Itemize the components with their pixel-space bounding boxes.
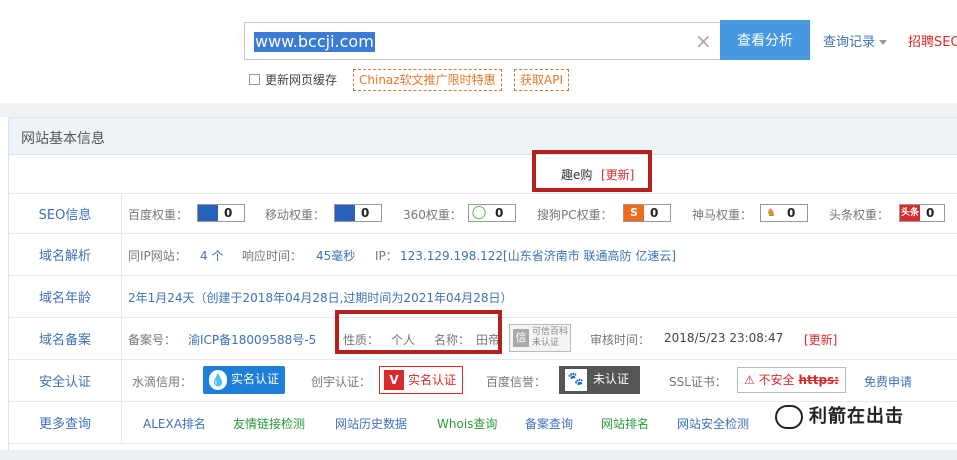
security-label: 安全认证 [9,360,122,401]
warning-icon: ⚠ [744,373,755,387]
sogou-weight-value: 0 [650,206,659,220]
toutiao-weight-badge[interactable]: 头条 0 [899,204,945,222]
icp-label: 域名备案 [9,318,122,359]
same-ip-link[interactable]: 4 个 [200,247,223,264]
trust-wiki-title: 可信百科 [532,327,569,337]
analyze-button[interactable]: 查看分析 [720,20,810,60]
dns-label: 域名解析 [9,234,122,275]
chuangyu-label: 创宇认证： [311,375,372,389]
domain-age-value: 2年1月24天（创建于2018年04月28日,过期时间为2021年04月28日） [128,291,513,305]
update-cache-label: 更新网页缓存 [265,73,338,87]
paw-icon: 🐾 [335,205,355,221]
wechat-icon [775,405,803,429]
water-drop-icon: 💧 [209,370,227,390]
ssl-badge[interactable]: ⚠ 不安全 https: [737,367,846,393]
360-weight-badge[interactable]: ◯ 0 [468,204,516,222]
panel-header: 网站基本信息 [9,118,957,155]
audit-time-label: 审核时间： [590,333,651,347]
360-icon: ◯ [471,205,487,220]
mobile-weight-value: 0 [361,206,370,220]
toutiao-weight-label: 头条权重： [829,208,890,222]
baidu-credit-label: 百度信誉： [486,375,547,389]
whois-link[interactable]: Whois查询 [437,415,497,432]
url-input-value[interactable]: www.bccji.com [254,32,375,52]
query-history-label: 查询记录 [823,35,876,50]
shenma-weight-label: 神马权重： [692,208,753,222]
chuangyu-badge-text: 实名认证 [408,373,457,387]
baidu-credit-badge-text: 未认证 [593,372,630,386]
query-history-link[interactable]: 查询记录 [823,31,888,50]
baidu-weight-badge[interactable]: 🐾 0 [197,204,245,222]
shenma-weight-value: 0 [787,206,796,220]
hire-seo-link[interactable]: 招聘SEO [908,31,957,50]
icp-no-label: 备案号： [128,333,177,347]
360-weight-value: 0 [495,206,504,220]
icp-query-link[interactable]: 备案查询 [525,415,573,432]
update-cache-checkbox[interactable] [249,74,260,85]
watermark: 利箭在出击 [775,402,904,429]
same-ip-label: 同IP网站： [128,249,187,263]
more-query-label: 更多查询 [9,402,122,443]
site-rank-link[interactable]: 网站排名 [601,415,649,432]
panel-title: 网站基本信息 [21,131,105,147]
ssl-label: SSL证书： [669,375,727,389]
shenma-icon: ♞ [766,206,776,219]
dns-row: 域名解析 同IP网站： 4 个 响应时间： 45毫秒 IP： 123.129.1… [9,234,957,276]
trust-wiki-status: 未认证 [532,338,560,348]
360-weight-label: 360权重： [403,208,462,222]
top-search-bar: www.bccji.com × 查看分析 查询记录 招聘SEO 更新网页缓存 C… [0,0,957,103]
highlight-box [335,310,502,354]
baidu-weight-label: 百度权重： [128,208,189,222]
section-divider [0,103,957,117]
shuidi-cert-badge[interactable]: 💧 实名认证 [203,366,286,394]
ssl-badge-text: 不安全 [758,373,795,387]
paw-icon: 🐾 [198,205,218,221]
alexa-link[interactable]: ALEXA排名 [143,415,206,432]
promo-link-chinaz[interactable]: Chinaz软文推广限时特惠 [353,69,502,91]
mobile-weight-label: 移动权重： [265,208,326,222]
sogou-icon: S [624,205,644,221]
domain-age-label: 域名年龄 [9,276,122,317]
watermark-text: 利箭在出击 [809,406,904,427]
ip-label: IP： [375,249,398,263]
shield-v-icon: V [384,370,404,390]
ssl-https-text: https: [798,373,839,387]
icp-update-link[interactable]: [更新] [804,331,837,348]
promo-link-api[interactable]: 获取API [514,69,569,91]
baidu-credit-badge[interactable]: 🐾 未认证 [559,366,640,394]
caret-down-icon [879,40,888,45]
security-row: 安全认证 水滴信用： 💧 实名认证 创宇认证： V 实名认证 百度信誉： 🐾 未… [9,360,957,402]
response-time-value: 45毫秒 [316,249,356,263]
baidu-weight-value: 0 [224,206,233,220]
history-data-link[interactable]: 网站历史数据 [335,415,407,432]
trust-wiki-badge[interactable]: 信 可信百科 未认证 [509,324,571,352]
toutiao-weight-value: 0 [926,206,935,220]
ip-link[interactable]: 123.129.198.122[山东省济南市 联通高防 亿速云] [400,247,676,264]
mobile-weight-badge[interactable]: 🐾 0 [334,204,382,222]
response-time-label: 响应时间： [242,249,303,263]
trust-wiki-icon: 信 [513,329,529,347]
shuidi-label: 水滴信用： [132,375,193,389]
audit-time-value: 2018/5/23 23:08:47 [664,331,784,345]
toutiao-icon: 头条 [900,205,920,221]
chuangyu-cert-badge[interactable]: V 实名认证 [379,366,464,394]
shuidi-badge-text: 实名认证 [231,372,280,386]
sogou-weight-label: 搜狗PC权重： [537,208,613,222]
clear-icon[interactable]: × [695,29,712,53]
seo-row: SEO信息 百度权重： 🐾 0 移动权重： 🐾 0 360权重： ◯ 0 搜狗PC权重… [9,194,957,234]
icp-no-link[interactable]: 渝ICP备18009588号-5 [188,331,316,348]
free-ssl-link[interactable]: 免费申请 [864,373,912,390]
sogou-weight-badge[interactable]: S0 [623,204,671,222]
security-check-link[interactable]: 网站安全检测 [677,415,749,432]
seo-label: SEO信息 [9,194,122,233]
site-name-row: 趣e购 [更新] [9,150,957,194]
footer-bar [0,450,957,460]
url-search-box[interactable]: www.bccji.com × [244,22,724,60]
paw-icon: 🐾 [565,369,587,391]
friend-link-check-link[interactable]: 友情链接检测 [233,415,305,432]
highlight-box [532,150,652,192]
icp-row: 域名备案 备案号： 渝ICP备18009588号-5 性质： 个人 名称： 田帝… [9,310,957,360]
shenma-weight-badge[interactable]: ♞ 0 [760,204,808,222]
